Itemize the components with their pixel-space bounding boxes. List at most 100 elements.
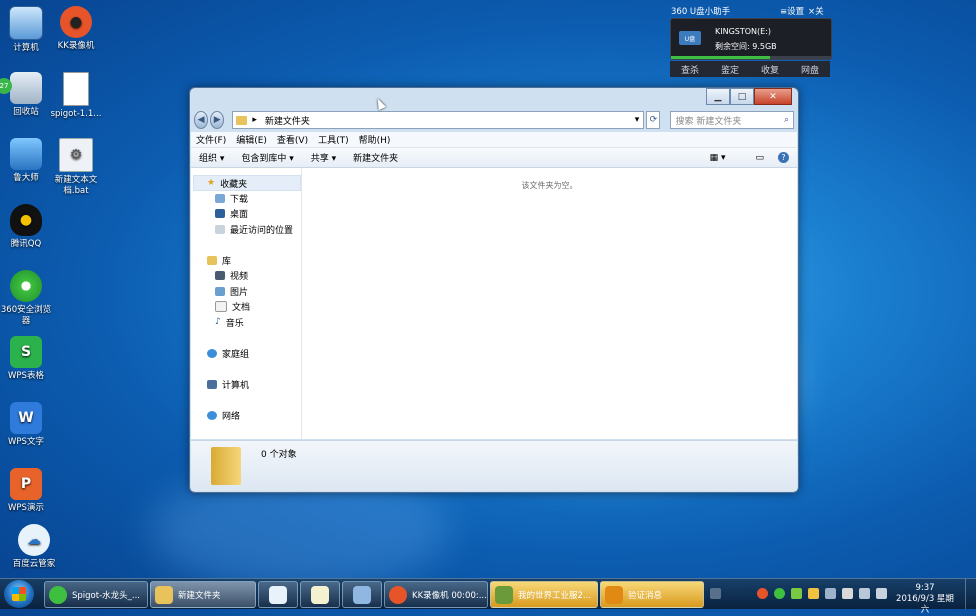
nav-libraries[interactable]: 库	[207, 253, 231, 267]
start-button[interactable]	[4, 580, 34, 608]
widget-settings[interactable]: ≡设置	[780, 5, 804, 17]
desktop-icon-kk-recorder[interactable]: ● KK录像机	[50, 6, 102, 52]
360-browser-icon	[49, 585, 67, 604]
nav-homegroup[interactable]: 家庭组	[207, 346, 249, 360]
breadcrumb[interactable]: 新建文件夹	[265, 114, 310, 127]
desktop-icon-label: 计算机	[13, 43, 39, 53]
task-minecraft-server[interactable]: 我的世界工业服2...	[490, 581, 598, 608]
forward-button[interactable]: ▶	[210, 111, 225, 129]
search-input[interactable]: 搜索 新建文件夹 ⌕	[670, 111, 794, 129]
tray-volume-icon[interactable]	[876, 588, 887, 599]
address-bar[interactable]: ▸ 新建文件夹 ▾	[232, 111, 645, 129]
search-placeholder: 搜索 新建文件夹	[675, 116, 742, 127]
tray-360-icon[interactable]	[774, 588, 785, 599]
desktop-icon-ludashi[interactable]: 鲁大师	[0, 138, 52, 184]
desktop-icon-bat-file[interactable]: ⚙ 新建文本文档.bat	[50, 138, 102, 197]
new-folder-button[interactable]: 新建文件夹	[353, 151, 398, 164]
desktop-icon-wps-writer[interactable]: W WPS文字	[0, 402, 52, 448]
nav-downloads[interactable]: 下载	[215, 191, 248, 205]
library-icon	[207, 255, 217, 265]
widget-action-recover[interactable]: 收复	[761, 63, 779, 76]
widget-action-netdisk[interactable]: 网盘	[801, 63, 819, 76]
task-computer[interactable]	[342, 581, 382, 608]
menu-view[interactable]: 查看(V)	[277, 133, 308, 146]
nav-computer[interactable]: 计算机	[207, 377, 249, 391]
organize-button[interactable]: 组织 ▾	[199, 151, 224, 164]
navigation-pane: ★ 收藏夹 下载 桌面 最近访问的位置 库 视频 图片 文档 ♪ 音乐 家庭组 计算…	[191, 168, 302, 439]
nav-network[interactable]: 网络	[207, 408, 240, 422]
nav-pictures[interactable]: 图片	[215, 284, 248, 298]
desktop-icon-baidu-cloud[interactable]: ☁ 百度云管家	[8, 524, 60, 570]
task-spigot-browser[interactable]: Spigot-水龙头_...	[44, 581, 148, 608]
tray-network-icon[interactable]	[859, 588, 870, 599]
view-options-icon[interactable]: ▦ ▾	[710, 153, 726, 163]
nav-music[interactable]: ♪ 音乐	[215, 315, 244, 329]
preview-pane-icon[interactable]: ▭	[755, 153, 764, 163]
share-button[interactable]: 共享 ▾	[311, 151, 336, 164]
tray-flag-icon[interactable]	[842, 588, 853, 599]
widget-action-scan[interactable]: 查杀	[681, 63, 699, 76]
nav-documents[interactable]: 文档	[215, 299, 250, 313]
maximize-button[interactable]: □	[730, 88, 754, 105]
desktop-icon-label: 回收站	[13, 107, 39, 117]
empty-folder-message: 该文件夹为空。	[521, 181, 578, 190]
nav-recent[interactable]: 最近访问的位置	[215, 222, 293, 236]
task-baidu-cloud[interactable]	[258, 581, 298, 608]
desktop-icon-computer[interactable]: 计算机	[0, 6, 52, 54]
item-count: 0 个对象	[261, 450, 297, 460]
address-dropdown-icon[interactable]: ▾	[635, 115, 640, 125]
desktop-icon-spigot[interactable]: spigot-1.1...	[50, 72, 102, 120]
desktop-icon-label: 腾讯QQ	[10, 239, 42, 249]
menu-file[interactable]: 文件(F)	[196, 133, 226, 146]
recent-places-icon	[215, 224, 225, 234]
search-icon[interactable]: ⌕	[784, 115, 789, 125]
computer-icon	[207, 379, 217, 389]
network-icon	[207, 410, 217, 420]
desktop-icon-qq[interactable]: ● 腾讯QQ	[0, 204, 52, 250]
show-desktop-button[interactable]	[965, 579, 976, 609]
command-bar: 组织 ▾ 包含到库中 ▾ 共享 ▾ 新建文件夹 ▦ ▾ ▭ ?	[191, 148, 797, 168]
task-new-folder[interactable]: 新建文件夹	[150, 581, 256, 608]
baidu-cloud-icon	[269, 585, 287, 604]
close-button[interactable]: ✕	[754, 88, 792, 105]
nav-videos[interactable]: 视频	[215, 268, 248, 282]
task-notepad[interactable]	[300, 581, 340, 608]
help-icon[interactable]: ?	[778, 152, 789, 163]
computer-icon	[353, 585, 371, 604]
clock[interactable]: 9:37 2016/9/3 星期六	[893, 583, 957, 616]
minimize-button[interactable]: ▁	[706, 88, 730, 105]
360-browser-icon	[10, 270, 42, 302]
menu-tools[interactable]: 工具(T)	[318, 133, 349, 146]
back-button[interactable]: ◀	[194, 111, 209, 129]
widget-action-identify[interactable]: 鉴定	[721, 63, 739, 76]
usb-drive-icon: U盘	[679, 31, 701, 45]
refresh-button[interactable]: ⟳	[646, 111, 661, 129]
music-icon: ♪	[215, 317, 221, 327]
homegroup-icon	[207, 348, 217, 358]
file-list-area[interactable]: 该文件夹为空。	[302, 168, 797, 439]
usb-drive-card[interactable]: U盘 KINGSTON(E:) 剩余空间: 9.5GB	[670, 18, 832, 60]
wps-writer-icon: W	[10, 402, 42, 434]
menu-help[interactable]: 帮助(H)	[359, 133, 391, 146]
include-in-library-button[interactable]: 包含到库中 ▾	[241, 151, 293, 164]
tray-input-icon[interactable]	[710, 588, 721, 599]
task-verify-message[interactable]: 验证消息	[600, 581, 704, 608]
details-pane: 0 个对象	[191, 440, 797, 491]
nav-favorites[interactable]: ★ 收藏夹	[207, 176, 247, 190]
menu-edit[interactable]: 编辑(E)	[236, 133, 267, 146]
kk-recorder-icon: ●	[60, 6, 92, 38]
gear-file-icon: ⚙	[59, 138, 93, 172]
tray-green-icon[interactable]	[791, 588, 802, 599]
tray-kk-icon[interactable]	[757, 588, 768, 599]
task-kk-recorder[interactable]: KK录像机 00:00:...	[384, 581, 488, 608]
explorer-window[interactable]: ▁ □ ✕ ◀ ▶ ▸ 新建文件夹 ▾ ⟳ 搜索 新建文件夹 ⌕ 文件(F) 编…	[189, 87, 799, 493]
nav-desktop[interactable]: 桌面	[215, 206, 248, 220]
desktop-icon-wps-present[interactable]: P WPS演示	[0, 468, 52, 514]
tray-shield-icon[interactable]	[808, 588, 819, 599]
desktop-icon-360-browser[interactable]: 360安全浏览器	[0, 270, 52, 327]
desktop-icon-label: 鲁大师	[13, 173, 39, 183]
tray-usb-icon[interactable]	[825, 588, 836, 599]
wps-sheet-icon: S	[10, 336, 42, 368]
desktop-icon	[215, 208, 225, 218]
desktop-icon-wps-sheet[interactable]: S WPS表格	[0, 336, 52, 382]
